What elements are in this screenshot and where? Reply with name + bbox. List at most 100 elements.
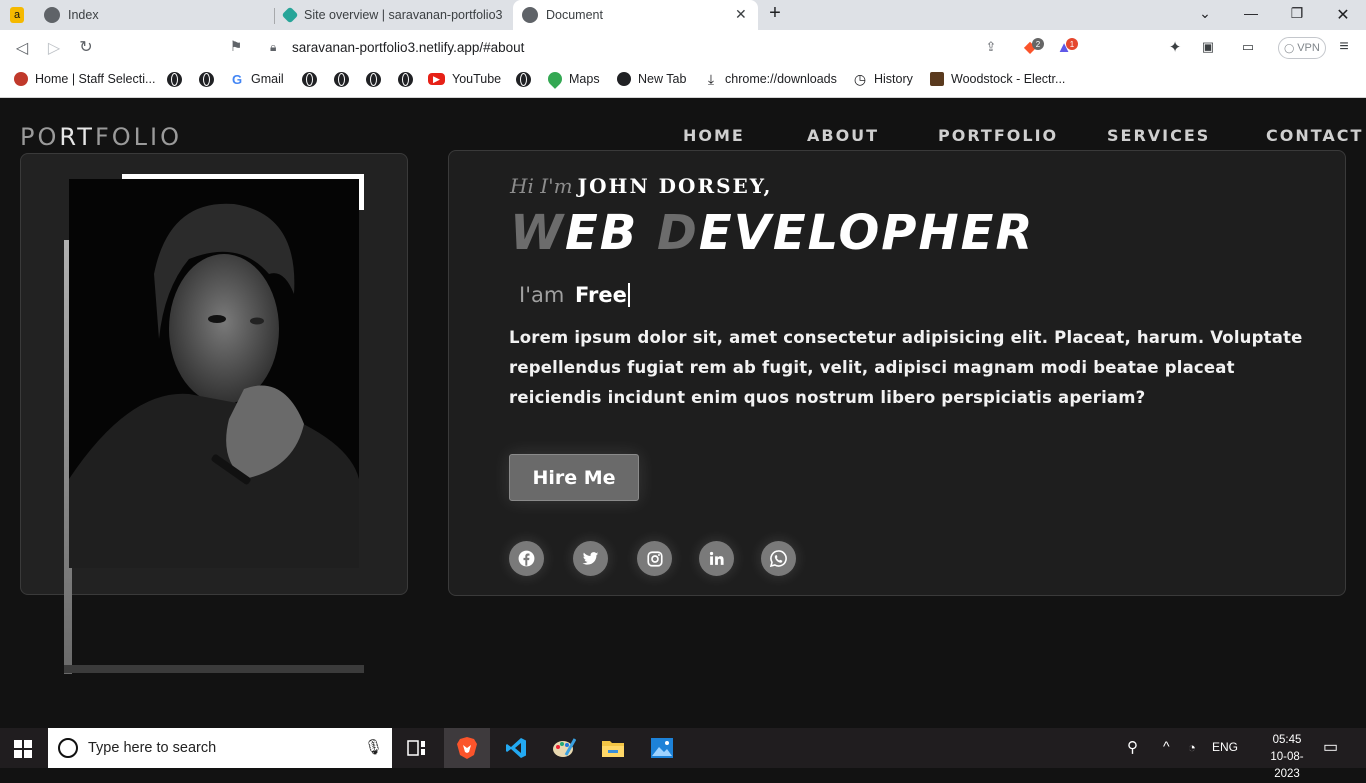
profile-photo bbox=[69, 179, 359, 568]
hire-me-button[interactable]: Hire Me bbox=[509, 454, 639, 501]
bookmark-label: New Tab bbox=[638, 72, 687, 86]
about-description: Lorem ipsum dolor sit, amet consectetur … bbox=[509, 328, 1303, 407]
sidebar-icon[interactable]: ▣ bbox=[1198, 37, 1218, 57]
role-part: EVELOPHER bbox=[698, 205, 1035, 261]
lock-icon: 🔒︎ bbox=[270, 40, 277, 54]
whatsapp-button[interactable] bbox=[761, 541, 796, 576]
windows-start-icon[interactable] bbox=[14, 740, 32, 758]
minimize-button[interactable]: — bbox=[1241, 5, 1261, 21]
vpn-label: VPN bbox=[1297, 42, 1320, 54]
greeting: Hi I'm JOHN DORSEY, bbox=[510, 174, 772, 198]
bookmark-label: Gmail bbox=[251, 72, 284, 86]
wallet-icon[interactable]: ▭ bbox=[1238, 37, 1258, 57]
history-icon: ◷ bbox=[853, 70, 867, 87]
logo-part: FOLIO bbox=[94, 123, 183, 151]
bookmark-label: Woodstock - Electr... bbox=[951, 72, 1066, 86]
photos-icon bbox=[651, 738, 673, 758]
twitter-button[interactable] bbox=[573, 541, 608, 576]
google-icon: G bbox=[230, 71, 244, 87]
bookmark-new-tab[interactable]: New Tab bbox=[617, 72, 686, 86]
taskbar-brave[interactable] bbox=[444, 728, 490, 768]
shields-count: 2 bbox=[1032, 38, 1044, 50]
woodstock-icon bbox=[930, 72, 944, 86]
globe-icon[interactable] bbox=[366, 72, 381, 87]
people-icon[interactable]: ⚲ bbox=[1127, 738, 1138, 756]
cortana-icon bbox=[58, 738, 78, 758]
nav-services[interactable]: SERVICES bbox=[1107, 126, 1210, 145]
amazon-icon: a bbox=[10, 7, 24, 23]
nav-contact[interactable]: CONTACT bbox=[1266, 126, 1363, 145]
notifications-icon[interactable]: ▭ bbox=[1323, 737, 1338, 757]
tab-site-overview[interactable]: Site overview | saravanan-portfolio3 | N bbox=[281, 0, 508, 30]
bookmark-label: History bbox=[874, 72, 913, 86]
paint-icon bbox=[553, 738, 576, 757]
search-placeholder: Type here to search bbox=[88, 740, 217, 756]
extensions-icon[interactable]: ✦ bbox=[1165, 37, 1185, 57]
globe-icon[interactable] bbox=[334, 72, 349, 87]
taskbar-photos[interactable] bbox=[639, 728, 685, 768]
instagram-icon bbox=[646, 550, 663, 567]
close-tab-icon[interactable]: ✕ bbox=[735, 6, 747, 23]
whatsapp-icon bbox=[769, 550, 787, 568]
globe-icon bbox=[617, 72, 631, 86]
globe-icon[interactable] bbox=[516, 72, 531, 87]
taskbar-file-explorer[interactable] bbox=[590, 728, 636, 768]
bookmark-woodstock[interactable]: Woodstock - Electr... bbox=[930, 72, 1065, 86]
bookmark-label: Home | Staff Selecti... bbox=[35, 72, 156, 86]
tab-title: Site overview | saravanan-portfolio3 | N bbox=[304, 8, 504, 22]
close-window-button[interactable]: ✕ bbox=[1333, 5, 1353, 25]
netlify-icon bbox=[281, 6, 299, 24]
typed-text: Free bbox=[575, 283, 630, 307]
new-tab-button[interactable]: + bbox=[765, 2, 785, 25]
menu-icon[interactable]: ≡ bbox=[1334, 37, 1354, 57]
nav-portfolio[interactable]: PORTFOLIO bbox=[938, 126, 1058, 145]
back-icon[interactable]: ◁ bbox=[12, 38, 32, 58]
role-initial: D bbox=[657, 205, 699, 261]
staff-icon bbox=[14, 72, 28, 86]
site-logo[interactable]: PORTFOLIO bbox=[20, 123, 182, 151]
nav-home[interactable]: HOME bbox=[683, 126, 745, 145]
system-clock[interactable]: 05:45 10-08-2023 bbox=[1262, 732, 1312, 783]
taskbar-vscode[interactable] bbox=[493, 728, 539, 768]
photo-frame-accent bbox=[64, 665, 364, 673]
globe-icon[interactable] bbox=[398, 72, 413, 87]
globe-icon[interactable] bbox=[199, 72, 214, 87]
clock-date: 10-08-2023 bbox=[1270, 751, 1304, 780]
bookmark-gmail[interactable]: G Gmail bbox=[230, 71, 284, 87]
tab-search-icon[interactable]: ⌄ bbox=[1195, 5, 1215, 22]
vscode-icon bbox=[506, 738, 526, 758]
globe-icon bbox=[522, 7, 538, 23]
bookmark-maps[interactable]: Maps bbox=[545, 69, 600, 89]
iam-label: I'am bbox=[519, 283, 565, 307]
globe-icon[interactable] bbox=[167, 72, 182, 87]
bookmark-downloads[interactable]: ⤓ chrome://downloads bbox=[704, 71, 837, 87]
task-view-button[interactable] bbox=[394, 728, 440, 768]
bookmark-icon[interactable]: ⚑ bbox=[226, 38, 246, 55]
facebook-button[interactable] bbox=[509, 541, 544, 576]
twitter-icon bbox=[582, 552, 599, 565]
taskbar-paint[interactable] bbox=[541, 728, 587, 768]
chevron-up-icon[interactable]: ^ bbox=[1163, 738, 1170, 754]
bookmark-label: Maps bbox=[569, 72, 600, 86]
instagram-button[interactable] bbox=[637, 541, 672, 576]
vpn-button[interactable]: ◯ VPN bbox=[1278, 37, 1326, 59]
app-launcher[interactable]: a bbox=[10, 0, 32, 30]
linkedin-button[interactable] bbox=[699, 541, 734, 576]
microphone-icon[interactable]: 🎙︎ bbox=[364, 738, 383, 756]
url-text[interactable]: saravanan-portfolio3.netlify.app/#about bbox=[292, 40, 524, 55]
bookmark-youtube[interactable]: ▶ YouTube bbox=[428, 72, 501, 86]
tab-index[interactable]: Index bbox=[44, 0, 272, 30]
nav-about[interactable]: ABOUT bbox=[807, 126, 879, 145]
bookmark-history[interactable]: ◷ History bbox=[853, 70, 913, 87]
logo-part-highlight: RT bbox=[59, 123, 95, 151]
restore-button[interactable]: ❐ bbox=[1287, 5, 1307, 22]
task-view-icon bbox=[407, 740, 425, 756]
wifi-icon[interactable]: ◔ bbox=[1188, 740, 1196, 755]
language-indicator[interactable]: ENG bbox=[1212, 740, 1238, 754]
share-icon[interactable]: ⇪ bbox=[981, 37, 1001, 57]
reload-icon[interactable]: ↻ bbox=[76, 37, 96, 57]
tab-document[interactable]: Document bbox=[513, 0, 758, 30]
globe-icon[interactable] bbox=[302, 72, 317, 87]
forward-icon[interactable]: ▷ bbox=[44, 38, 64, 58]
bookmark-home[interactable]: Home | Staff Selecti... bbox=[14, 72, 155, 86]
